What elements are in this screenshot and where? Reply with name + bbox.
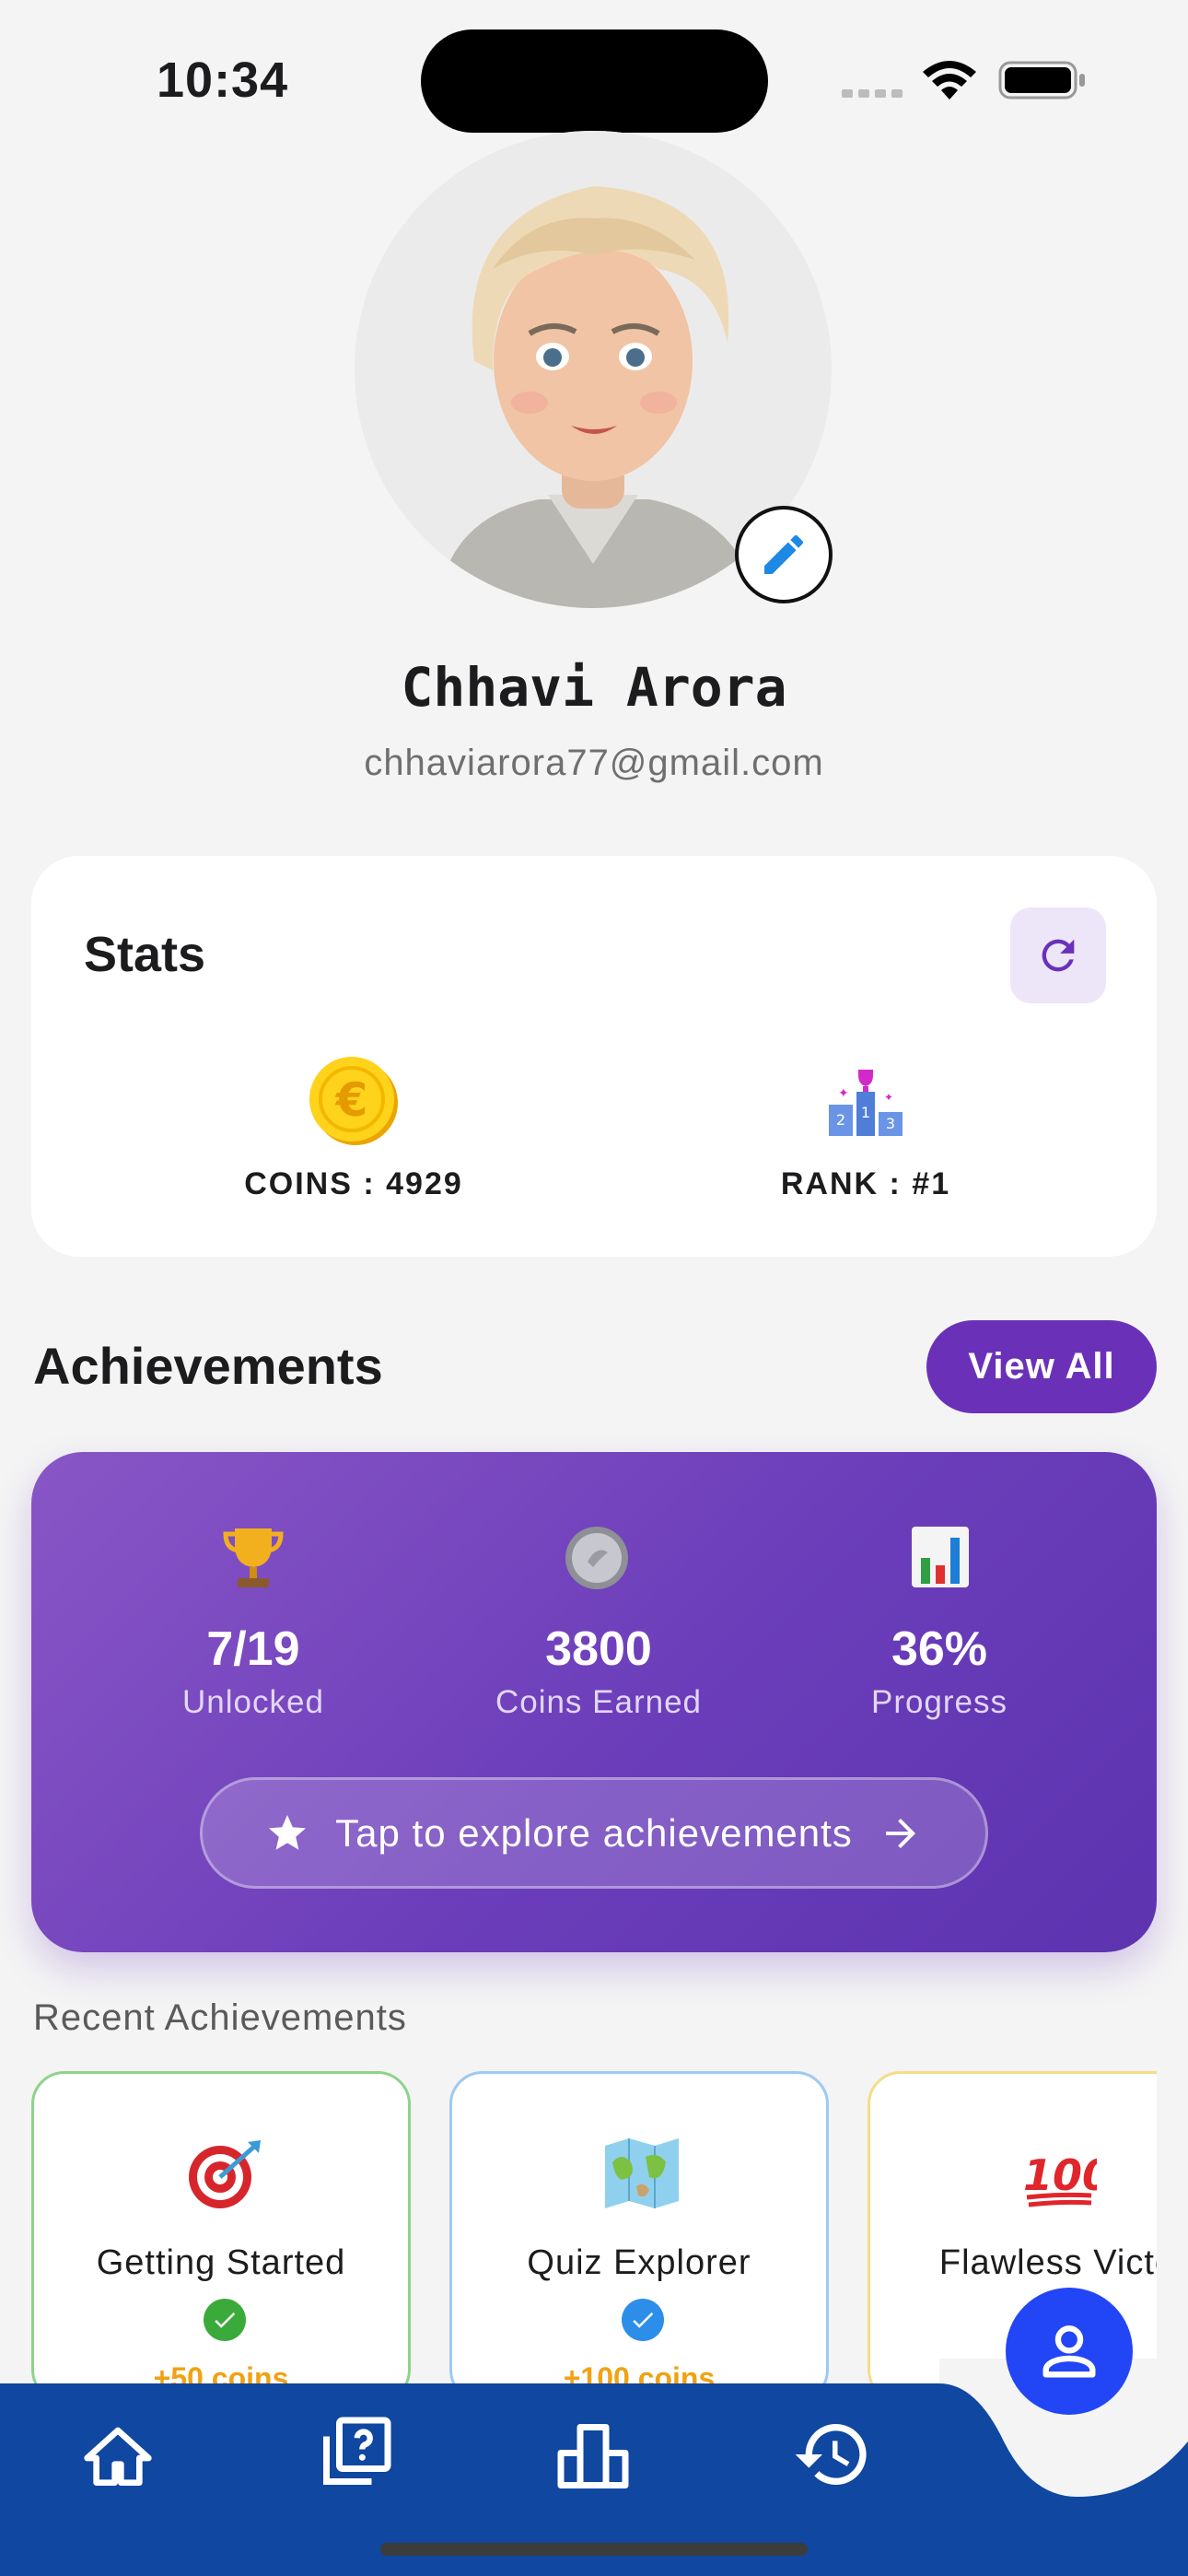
coins-earned-label: Coins Earned — [495, 1684, 703, 1720]
achievement-name: Quiz Explorer — [527, 2243, 751, 2282]
coins-earned-stat: 3800 Coins Earned — [424, 1622, 774, 1721]
hundred-icon: 100 — [1023, 2138, 1112, 2213]
star-icon — [269, 1814, 307, 1850]
progress-label: Progress — [870, 1684, 1008, 1720]
svg-text:✦: ✦ — [884, 1091, 893, 1104]
edit-avatar-button[interactable] — [735, 506, 833, 603]
recent-achievements-title: Recent Achievements — [33, 1997, 407, 2038]
person-icon — [1042, 2325, 1096, 2378]
arrow-right-icon — [885, 1818, 915, 1848]
nav-history[interactable] — [792, 2414, 873, 2500]
rank-stat: RANK : #1 — [780, 1166, 951, 1201]
bar-chart-icon — [910, 1525, 971, 1594]
stats-title: Stats — [84, 927, 206, 982]
target-icon — [183, 2137, 264, 2215]
achievement-card-getting-started[interactable]: Getting Started +50 coins — [31, 2071, 411, 2403]
view-all-button[interactable]: View All — [926, 1320, 1157, 1413]
svg-text:✦: ✦ — [838, 1085, 849, 1100]
explore-label: Tap to explore achievements — [335, 1810, 853, 1855]
dynamic-island — [421, 29, 768, 133]
progress-value: 36% — [891, 1622, 988, 1676]
podium-icon: 1 2 3 ✦ ✦ — [825, 1064, 906, 1142]
refresh-button[interactable] — [1010, 907, 1106, 1003]
quiz-icon — [323, 2417, 391, 2485]
status-time: 10:34 — [157, 53, 289, 108]
svg-text:2: 2 — [836, 1111, 845, 1129]
nav-leaderboard[interactable] — [554, 2418, 632, 2500]
svg-text:1: 1 — [861, 1104, 870, 1121]
unlocked-stat: 7/19 Unlocked — [78, 1622, 428, 1721]
cellular-icon — [842, 87, 904, 98]
coins-earned-value: 3800 — [545, 1622, 652, 1676]
svg-text:€: € — [335, 1073, 368, 1127]
trophy-icon — [221, 1525, 285, 1596]
profile-email: chhaviarora77@gmail.com — [364, 743, 824, 783]
leaderboard-icon — [557, 2424, 629, 2488]
coins-stat: COINS : 4929 — [244, 1166, 463, 1201]
achievement-name: Flawless Victo — [938, 2243, 1157, 2282]
check-icon — [622, 2299, 664, 2341]
nav-home[interactable] — [79, 2421, 157, 2500]
svg-text:100: 100 — [1023, 2150, 1097, 2200]
wifi-icon — [921, 59, 978, 106]
map-icon — [601, 2135, 682, 2217]
unlocked-label: Unlocked — [182, 1684, 324, 1720]
achievement-name: Getting Started — [96, 2243, 346, 2282]
nav-quiz[interactable] — [317, 2414, 394, 2496]
coin-icon: € — [308, 1055, 400, 1152]
progress-stat: 36% Progress — [764, 1622, 1114, 1721]
refresh-icon — [1042, 939, 1075, 972]
achievements-title: Achievements — [33, 1337, 383, 1395]
nav-profile[interactable] — [1006, 2288, 1133, 2415]
achievement-card-quiz-explorer[interactable]: Quiz Explorer +100 coins — [449, 2071, 829, 2403]
battery-icon — [998, 61, 1087, 104]
home-indicator — [380, 2543, 808, 2556]
history-icon — [795, 2424, 867, 2485]
profile-name: Chhavi Arora — [401, 656, 787, 719]
pencil-icon — [764, 534, 804, 574]
svg-text:3: 3 — [886, 1115, 895, 1132]
unlocked-value: 7/19 — [206, 1622, 300, 1676]
home-icon — [84, 2427, 152, 2486]
check-icon — [204, 2299, 246, 2341]
explore-achievements-button[interactable]: Tap to explore achievements — [200, 1777, 988, 1889]
silver-coin-icon — [564, 1525, 630, 1596]
